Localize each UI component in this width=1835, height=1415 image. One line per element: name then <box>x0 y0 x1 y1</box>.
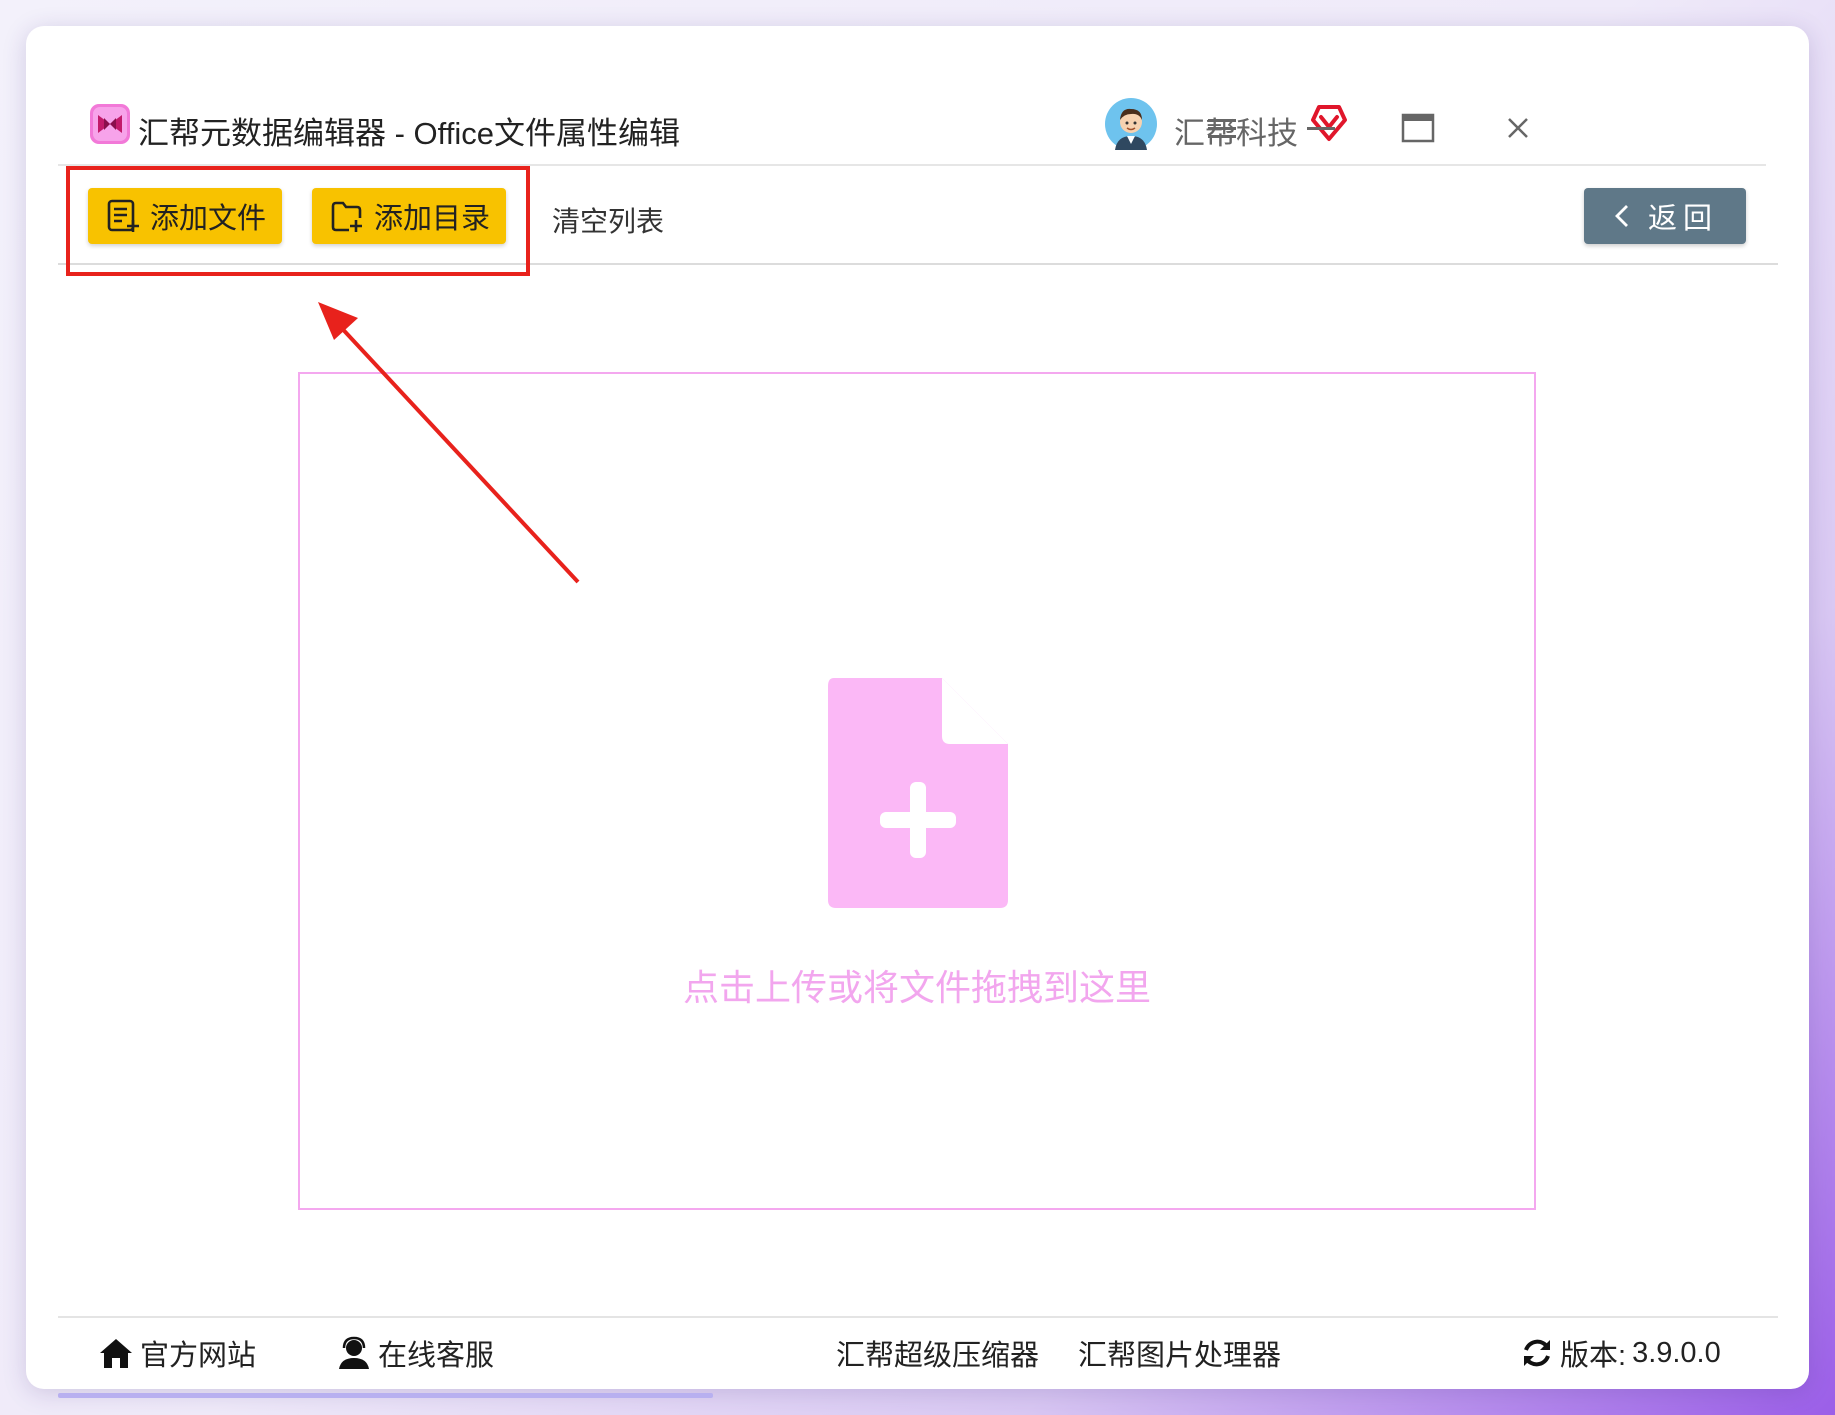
app-logo <box>90 104 130 144</box>
online-support-label: 在线客服 <box>378 1340 495 1372</box>
image-processor-link[interactable]: 汇帮图片处理器 <box>1078 1332 1281 1374</box>
file-add-icon <box>828 678 1008 908</box>
user-avatar[interactable] <box>1105 98 1157 150</box>
app-content: 汇帮元数据编辑器 - Office文件属性编辑 汇帮科技 添加文件 添加目录 清… <box>58 52 1778 1382</box>
chevron-left-icon <box>1615 205 1628 227</box>
back-label: 返回 <box>1647 203 1718 235</box>
hamburger-menu-icon[interactable] <box>1204 110 1240 146</box>
loading-progress-bar <box>58 1393 713 1398</box>
annotation-highlight-box <box>66 166 530 276</box>
version-value: 3.9.0.0 <box>1632 1336 1721 1369</box>
home-icon <box>100 1339 132 1368</box>
close-icon[interactable] <box>1500 110 1536 146</box>
title-bar: 汇帮元数据编辑器 - Office文件属性编辑 汇帮科技 <box>58 52 1778 164</box>
refresh-icon <box>1524 1339 1550 1367</box>
official-site-label: 官方网站 <box>140 1340 257 1372</box>
statusbar-divider <box>58 1316 1778 1318</box>
online-support-link[interactable]: 在线客服 <box>336 1332 494 1374</box>
minimize-icon[interactable] <box>1303 110 1339 146</box>
customer-service-icon <box>339 1336 369 1369</box>
maximize-icon[interactable] <box>1400 110 1436 146</box>
app-window: 汇帮元数据编辑器 - Office文件属性编辑 汇帮科技 添加文件 添加目录 清… <box>26 26 1809 1389</box>
clear-list-button[interactable]: 清空列表 <box>552 200 664 240</box>
version-label: 版本: <box>1560 1340 1627 1372</box>
compressor-link[interactable]: 汇帮超级压缩器 <box>836 1332 1039 1374</box>
app-title: 汇帮元数据编辑器 - Office文件属性编辑 <box>138 116 680 151</box>
annotation-arrow <box>318 302 580 584</box>
official-site-link[interactable]: 官方网站 <box>98 1332 256 1374</box>
back-button[interactable]: 返回 <box>1584 188 1746 244</box>
version-check[interactable]: 版本: 3.9.0.0 <box>1520 1332 1721 1374</box>
drop-hint: 点击上传或将文件拖拽到这里 <box>682 967 1151 1008</box>
